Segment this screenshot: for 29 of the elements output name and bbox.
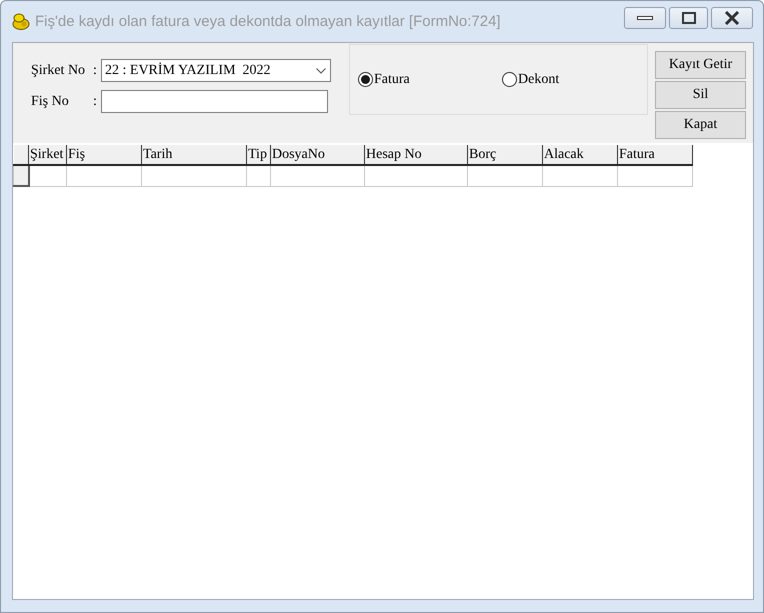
column-header[interactable]: Borç xyxy=(468,145,542,165)
minimize-button[interactable] xyxy=(624,6,666,28)
money-bag-icon xyxy=(12,13,30,30)
column-header[interactable]: Fatura xyxy=(618,145,692,165)
column-header[interactable]: Fiş xyxy=(66,145,142,165)
maximize-button[interactable] xyxy=(669,6,708,28)
field-label: Şirket No xyxy=(31,62,86,78)
column-header[interactable]: Tarih xyxy=(142,145,246,165)
company-dropdown[interactable]: 22 : EVRİM YAZILIM 2022 xyxy=(101,59,331,82)
close-icon xyxy=(724,10,740,24)
column-header[interactable]: Tip xyxy=(246,145,270,165)
action-button[interactable]: Kapat xyxy=(655,111,746,139)
field-label: Fiş No xyxy=(31,94,70,110)
column-header[interactable]: Alacak xyxy=(542,145,618,165)
column-header[interactable]: DosyaNo xyxy=(270,145,364,165)
radio-option[interactable]: Dekont xyxy=(502,72,560,88)
maximize-icon xyxy=(682,12,696,24)
chevron-down-icon xyxy=(316,68,326,74)
column-header[interactable]: Hesap No xyxy=(364,145,468,165)
colon: : xyxy=(93,62,98,78)
window-title: Fiş'de kaydı olan fatura veya dekontda olmayan kayıtlar [FormNo:724] xyxy=(35,13,502,30)
column-header[interactable]: Şirket xyxy=(28,145,66,165)
colon: : xyxy=(93,94,98,110)
close-button[interactable] xyxy=(711,6,753,28)
action-button[interactable]: Sil xyxy=(655,81,746,109)
action-button[interactable]: Kayıt Getir xyxy=(655,51,746,79)
minimize-icon xyxy=(637,16,653,20)
input-field[interactable] xyxy=(101,90,328,113)
radio-option[interactable]: Fatura xyxy=(358,72,502,88)
